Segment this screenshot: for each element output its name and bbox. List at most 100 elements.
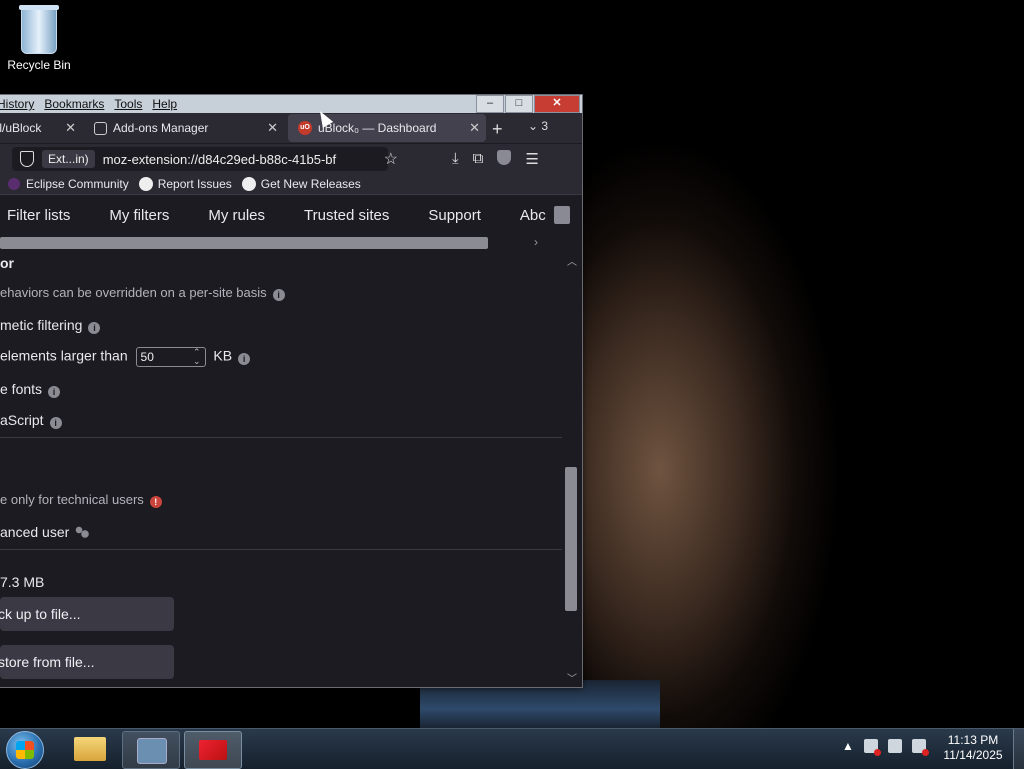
menu-tools[interactable]: Tools	[109, 97, 147, 111]
download-icon[interactable]: ⤓	[452, 150, 459, 168]
spinner-icon[interactable]: ⌃ ⌄	[193, 348, 201, 366]
ublock-toolbar-icon[interactable]	[497, 150, 512, 165]
tab-filter-lists[interactable]: Filter lists	[7, 207, 70, 224]
network-icon[interactable]	[887, 739, 902, 753]
url-text[interactable]: moz-extension://d84c29ed-b88c-41b5-bf	[103, 152, 359, 167]
puzzle-icon	[94, 121, 107, 135]
horizontal-scrollbar[interactable]: ›	[0, 235, 582, 251]
vertical-scrollbar[interactable]: ︿ ﹀	[563, 251, 581, 687]
url-bar[interactable]: Ext...in) moz-extension://d84c29ed-b88c-…	[12, 147, 398, 171]
option-label: anced user	[0, 524, 70, 540]
remote-fonts-option[interactable]: e fonts i	[0, 381, 61, 398]
unit-label: KB	[213, 347, 233, 364]
tab-my-rules[interactable]: My rules	[208, 207, 265, 224]
info-icon[interactable]: i	[272, 289, 285, 301]
show-desktop-button[interactable]	[1013, 729, 1024, 769]
start-button[interactable]	[6, 731, 44, 769]
menu-help[interactable]: Help	[147, 97, 182, 111]
bookmark-eclipse-community[interactable]: Eclipse Community	[8, 177, 129, 191]
extensions-icon[interactable]: ⧉	[473, 150, 484, 168]
backup-to-file-button[interactable]: ck up to file...	[0, 597, 174, 631]
tab-ublock-github[interactable]: ill/uBlock ✕	[0, 114, 82, 142]
settings-pane: or ehaviors can be overridden on a per-s…	[0, 251, 562, 687]
divider	[0, 437, 562, 438]
clock[interactable]: 11:13 PM 11/14/2025	[940, 733, 1006, 763]
cosmetic-filtering-option[interactable]: metic filtering i	[0, 317, 101, 334]
bookmark-label: Report Issues	[157, 177, 232, 191]
system-tray: ▲	[842, 739, 929, 756]
toolbar-icons: ⤓ ⧉ ☰	[452, 150, 539, 168]
close-tab-icon[interactable]: ✕	[267, 120, 278, 136]
recycle-bin-icon	[19, 5, 59, 54]
tab-my-filters[interactable]: My filters	[109, 207, 169, 224]
taskbar-file-explorer[interactable]	[62, 731, 118, 767]
info-icon[interactable]: i	[48, 386, 61, 398]
info-icon[interactable]: i	[88, 322, 101, 334]
advanced-note-text: e only for technical users	[0, 492, 144, 507]
taskbar-app-tool[interactable]	[122, 731, 180, 769]
javascript-option[interactable]: aScript i	[0, 412, 62, 429]
option-label: aScript	[0, 412, 44, 428]
taskbar-app-mail[interactable]	[184, 731, 242, 769]
ublock-icon: uO	[298, 121, 312, 135]
scrollbar-thumb[interactable]	[0, 237, 488, 249]
input-value: 50	[140, 350, 154, 364]
action-center-icon[interactable]	[863, 739, 881, 756]
close-tab-icon[interactable]: ✕	[469, 120, 480, 136]
tab-trusted-sites[interactable]: Trusted sites	[304, 207, 389, 224]
advanced-note: e only for technical users!	[0, 492, 162, 508]
tab-about[interactable]: Abc	[520, 207, 546, 224]
tab-label: ill/uBlock	[0, 121, 42, 135]
menu-history[interactable]: History	[0, 97, 39, 111]
browser-window: History Bookmarks Tools Help – □ ✕ ill/u…	[0, 94, 583, 688]
bookmark-report-issues[interactable]: Report Issues	[138, 177, 232, 191]
bookmark-get-new-releases[interactable]: Get New Releases	[241, 177, 361, 191]
info-icon[interactable]: i	[49, 417, 62, 429]
warning-icon[interactable]: !	[149, 496, 162, 508]
info-icon[interactable]: i	[238, 352, 251, 365]
bookmark-label: Get New Releases	[260, 177, 361, 191]
advanced-user-option[interactable]: anced user	[0, 524, 90, 540]
star-icon[interactable]: ☆	[384, 149, 398, 169]
chevron-up-icon[interactable]: ︿	[567, 253, 577, 268]
tab-support[interactable]: Support	[428, 207, 481, 224]
taskbar: ▲ 11:13 PM 11/14/2025	[0, 728, 1024, 769]
new-tab-button[interactable]: +	[492, 119, 503, 140]
bookmarks-toolbar: Eclipse Community Report Issues Get New …	[0, 174, 582, 194]
shield-icon[interactable]	[20, 151, 34, 167]
github-icon	[138, 177, 153, 191]
navigation-bar: Ext...in) moz-extension://d84c29ed-b88c-…	[0, 143, 582, 174]
volume-muted-icon[interactable]	[911, 739, 929, 756]
clock-time: 11:13 PM	[947, 733, 999, 747]
windows-logo-icon	[16, 741, 34, 759]
recycle-bin[interactable]: Recycle Bin	[6, 5, 72, 72]
minimize-button[interactable]: –	[476, 95, 504, 113]
gears-icon[interactable]	[75, 526, 90, 538]
recycle-bin-label: Recycle Bin	[7, 58, 71, 72]
menu-bar: History Bookmarks Tools Help – □ ✕	[0, 95, 582, 113]
mail-icon	[199, 740, 227, 760]
tab-count: 3	[541, 119, 549, 133]
scrollbar-thumb[interactable]	[565, 467, 577, 611]
large-media-size-input[interactable]: 50 ⌃ ⌄	[135, 347, 206, 367]
chevron-down-icon[interactable]: ﹀	[567, 670, 577, 685]
divider	[0, 549, 562, 550]
extension-identity-pill[interactable]: Ext...in)	[42, 150, 95, 168]
list-all-tabs-button[interactable]: ⌄ 3	[528, 119, 548, 133]
dashboard-tabs: Filter lists My filters My rules Trusted…	[0, 194, 582, 235]
clock-date: 11/14/2025	[943, 748, 1003, 762]
show-hidden-icons-icon[interactable]: ▲	[842, 739, 854, 753]
hamburger-menu-icon[interactable]: ☰	[525, 150, 538, 168]
chevron-right-icon[interactable]: ›	[534, 235, 538, 249]
book-icon[interactable]	[554, 206, 570, 224]
tab-addons-manager[interactable]: Add-ons Manager ✕	[82, 114, 284, 142]
tab-label: Add-ons Manager	[113, 121, 209, 135]
restore-from-file-button[interactable]: store from file...	[0, 645, 174, 679]
bookmark-label: Eclipse Community	[26, 177, 129, 191]
maximize-button[interactable]: □	[505, 95, 533, 113]
menu-bookmarks[interactable]: Bookmarks	[39, 97, 109, 111]
large-media-option[interactable]: elements larger than 50 ⌃ ⌄ KB i	[0, 347, 251, 367]
eclipse-icon	[8, 178, 20, 190]
close-tab-icon[interactable]: ✕	[65, 120, 76, 136]
close-window-button[interactable]: ✕	[534, 95, 580, 113]
